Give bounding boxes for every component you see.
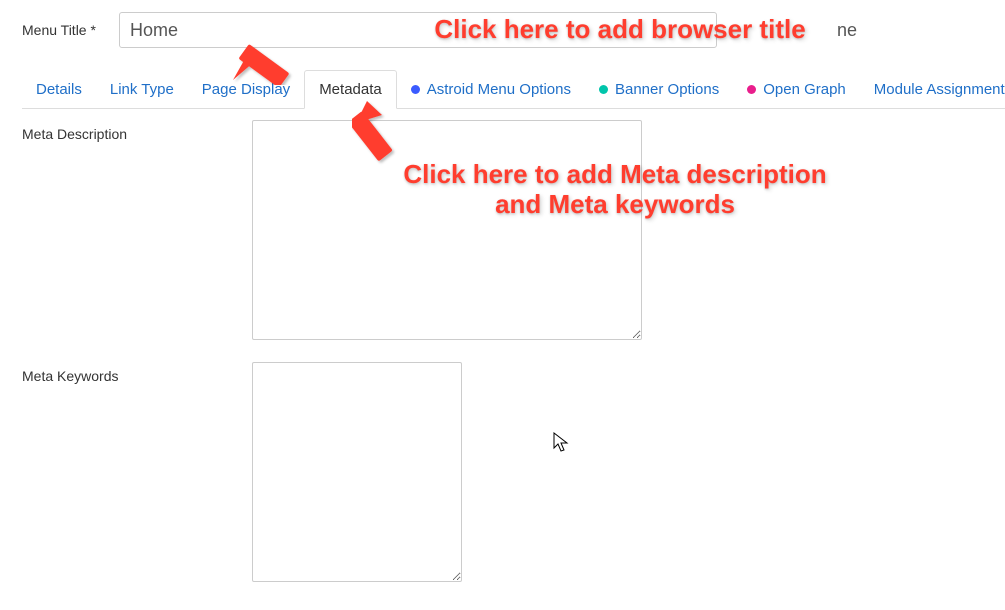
menu-title-input[interactable]	[119, 12, 717, 48]
meta-description-label: Meta Description	[22, 120, 252, 340]
tab-details[interactable]: Details	[22, 71, 96, 108]
partial-text-right: ne	[837, 20, 857, 41]
tab-label: Metadata	[319, 81, 382, 98]
tab-page-display[interactable]: Page Display	[188, 71, 304, 108]
tab-open-graph[interactable]: Open Graph	[733, 71, 860, 108]
meta-keywords-label: Meta Keywords	[22, 362, 252, 582]
meta-keywords-textarea[interactable]	[252, 362, 462, 582]
menu-title-label: Menu Title *	[22, 22, 107, 38]
dot-icon	[747, 85, 756, 94]
tab-link-type[interactable]: Link Type	[96, 71, 188, 108]
tab-banner-options[interactable]: Banner Options	[585, 71, 733, 108]
tabs-bar: Details Link Type Page Display Metadata …	[22, 70, 1005, 109]
meta-keywords-row: Meta Keywords	[22, 362, 983, 582]
page: Menu Title * ne Details Link Type Page D…	[0, 0, 1005, 610]
tab-label: Link Type	[110, 81, 174, 98]
dot-icon	[599, 85, 608, 94]
form-body: Meta Description Meta Keywords	[22, 120, 983, 604]
tab-astroid-menu-options[interactable]: Astroid Menu Options	[397, 71, 585, 108]
menu-title-row: Menu Title *	[22, 12, 717, 48]
tab-label: Details	[36, 81, 82, 98]
meta-description-textarea[interactable]	[252, 120, 642, 340]
tab-label: Banner Options	[615, 81, 719, 98]
dot-icon	[411, 85, 420, 94]
tab-module-assignment[interactable]: Module Assignment	[860, 71, 1005, 108]
tab-label: Astroid Menu Options	[427, 81, 571, 98]
tab-label: Module Assignment	[874, 81, 1005, 98]
tab-metadata[interactable]: Metadata	[304, 70, 397, 109]
tab-label: Open Graph	[763, 81, 846, 98]
meta-description-row: Meta Description	[22, 120, 983, 340]
tab-label: Page Display	[202, 81, 290, 98]
